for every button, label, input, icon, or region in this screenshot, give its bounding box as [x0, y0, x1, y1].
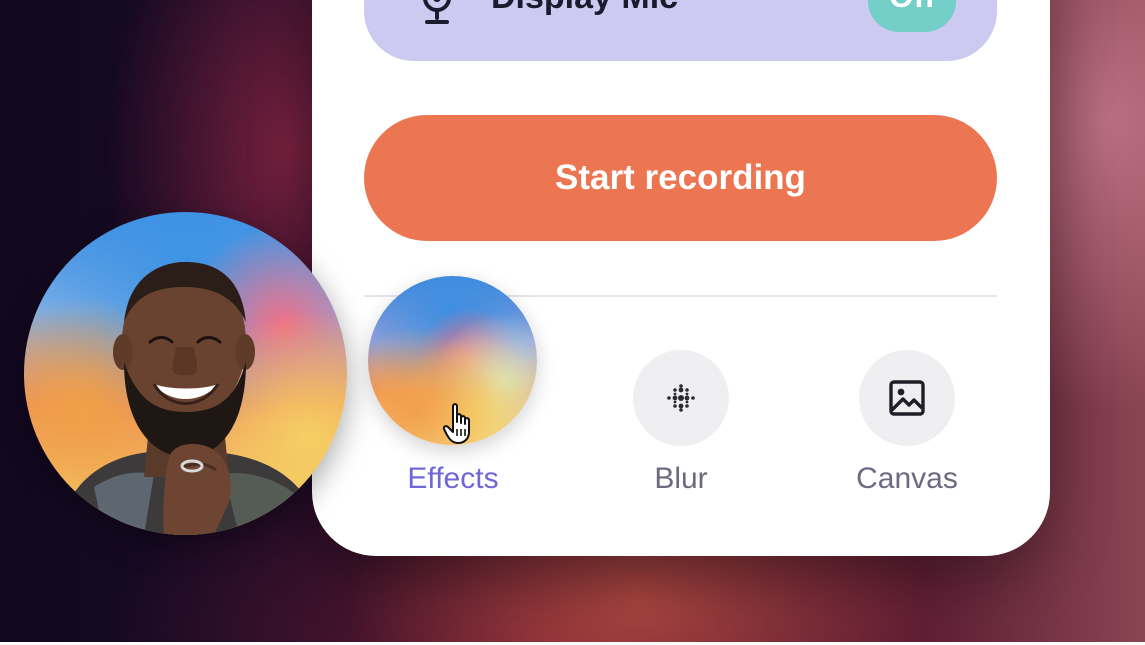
blur-button[interactable]	[633, 350, 729, 446]
display-mic-label: Display Mic	[491, 0, 678, 17]
user-avatar	[24, 212, 347, 535]
person-illustration	[54, 262, 324, 535]
image-icon	[889, 380, 925, 416]
hand-cursor-icon	[443, 403, 470, 444]
effects-label: Effects	[407, 462, 499, 495]
canvas-button[interactable]	[859, 350, 955, 446]
webcam-icon	[423, 0, 451, 24]
canvas-label: Canvas	[856, 462, 958, 495]
background: Display Mic Off Start recording Effects …	[0, 0, 1145, 642]
start-recording-button[interactable]: Start recording	[364, 115, 997, 241]
blur-label: Blur	[654, 462, 708, 495]
blur-dots-icon	[667, 384, 695, 412]
